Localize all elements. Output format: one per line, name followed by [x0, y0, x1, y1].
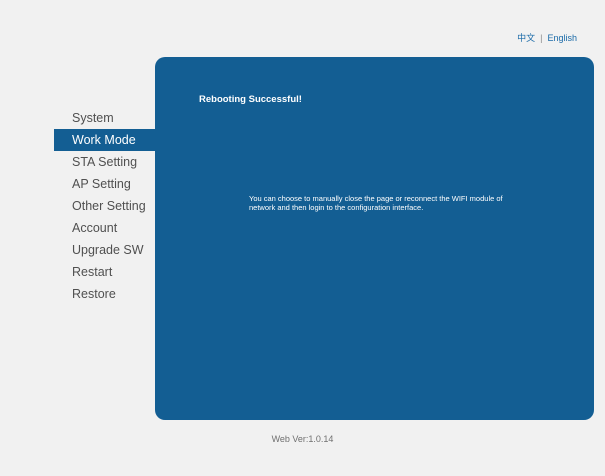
- sidebar-item-system[interactable]: System: [54, 107, 155, 129]
- sidebar-item-sta-setting[interactable]: STA Setting: [54, 151, 155, 173]
- sidebar-item-upgrade-sw[interactable]: Upgrade SW: [54, 239, 155, 261]
- language-chinese-link[interactable]: 中文: [517, 31, 535, 44]
- sidebar-item-restore[interactable]: Restore: [54, 283, 155, 305]
- sidebar-item-account[interactable]: Account: [54, 217, 155, 239]
- language-english-link[interactable]: English: [547, 33, 577, 43]
- sidebar-item-work-mode[interactable]: Work Mode: [54, 129, 155, 151]
- page-title: Rebooting Successful!: [199, 94, 302, 105]
- language-separator: |: [540, 32, 543, 43]
- content-panel: Rebooting Successful! You can choose to …: [155, 57, 594, 420]
- reboot-message: You can choose to manually close the pag…: [249, 194, 503, 212]
- sidebar-item-other-setting[interactable]: Other Setting: [54, 195, 155, 217]
- sidebar-item-ap-setting[interactable]: AP Setting: [54, 173, 155, 195]
- sidebar-nav: System Work Mode STA Setting AP Setting …: [54, 107, 155, 305]
- sidebar-item-restart[interactable]: Restart: [54, 261, 155, 283]
- language-switcher: 中文 | English: [517, 31, 577, 44]
- version-footer: Web Ver:1.0.14: [271, 434, 334, 444]
